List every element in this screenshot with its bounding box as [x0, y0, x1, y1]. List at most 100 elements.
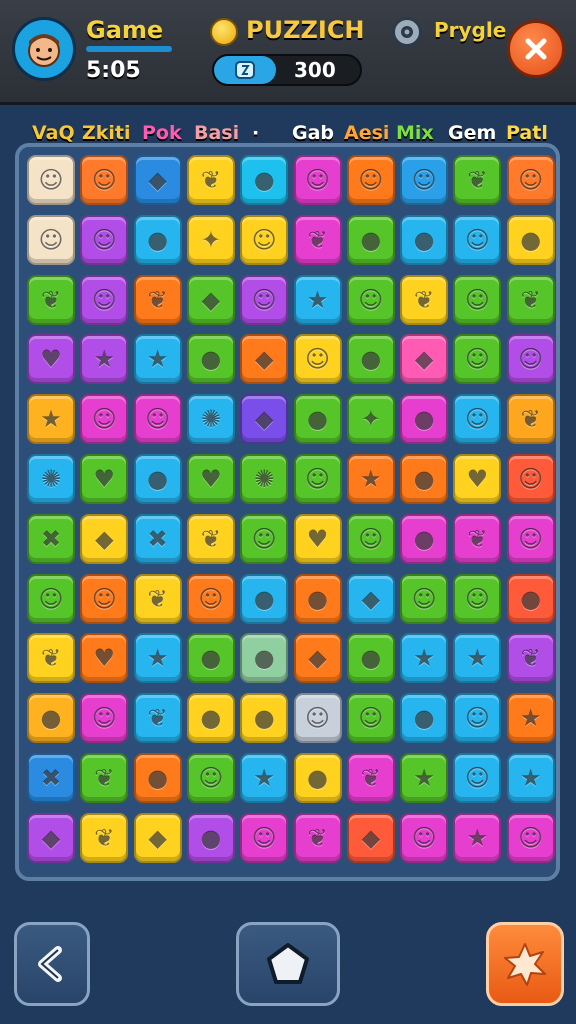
- board-tile[interactable]: ☺: [240, 812, 289, 863]
- category-tab[interactable]: Basi: [194, 122, 239, 144]
- board-tile[interactable]: ☺: [400, 573, 449, 624]
- board-tile[interactable]: ★: [400, 633, 449, 684]
- board-tile[interactable]: ●: [240, 633, 289, 684]
- board-tile[interactable]: ●: [400, 454, 449, 504]
- board-tile[interactable]: ●: [506, 214, 555, 265]
- board-tile[interactable]: ❦: [27, 274, 75, 325]
- board-tile[interactable]: ☺: [453, 214, 502, 265]
- board-tile[interactable]: ☺: [133, 394, 182, 445]
- board-tile[interactable]: ●: [506, 573, 555, 624]
- board-tile[interactable]: ✺: [186, 394, 235, 445]
- board-tile[interactable]: ❦: [293, 812, 342, 863]
- board-tile[interactable]: ★: [133, 633, 182, 684]
- board-tile[interactable]: ❦: [453, 513, 502, 564]
- board-tile[interactable]: ◆: [186, 274, 235, 325]
- board-tile[interactable]: ☺: [506, 334, 555, 385]
- board-tile[interactable]: ●: [400, 513, 449, 564]
- board-tile[interactable]: ☺: [400, 155, 449, 205]
- category-tab[interactable]: ·: [252, 122, 259, 144]
- board-tile[interactable]: ❦: [453, 155, 502, 205]
- board-tile[interactable]: ♥: [293, 513, 342, 564]
- board-tile[interactable]: ☺: [293, 155, 342, 205]
- board-tile[interactable]: ★: [293, 274, 342, 325]
- board-tile[interactable]: ●: [293, 753, 342, 803]
- board-tile[interactable]: ◆: [27, 812, 75, 863]
- board-tile[interactable]: ☺: [293, 693, 342, 744]
- category-tab[interactable]: Aesi: [344, 122, 389, 144]
- board-tile[interactable]: ●: [186, 334, 235, 385]
- board-tile[interactable]: ❦: [506, 394, 555, 445]
- board-tile[interactable]: ☺: [453, 334, 502, 385]
- board-tile[interactable]: ◆: [293, 633, 342, 684]
- board-tile[interactable]: ●: [186, 693, 235, 744]
- board-tile[interactable]: ☺: [80, 155, 129, 205]
- settings-gear-icon[interactable]: [392, 17, 422, 47]
- board-tile[interactable]: ★: [80, 334, 129, 385]
- board-tile[interactable]: ★: [240, 753, 289, 803]
- board-tile[interactable]: ●: [346, 334, 395, 385]
- board-tile[interactable]: ♥: [80, 454, 129, 504]
- close-button[interactable]: [507, 20, 565, 78]
- board-tile[interactable]: ☺: [453, 394, 502, 445]
- board-tile[interactable]: ❦: [133, 693, 182, 744]
- board-tile[interactable]: ❦: [186, 155, 235, 205]
- board-tile[interactable]: ◆: [80, 513, 129, 564]
- back-button[interactable]: [14, 922, 90, 1006]
- board-tile[interactable]: ●: [186, 633, 235, 684]
- board-tile[interactable]: ☺: [346, 513, 395, 564]
- home-button[interactable]: [236, 922, 340, 1006]
- board-tile[interactable]: ✺: [240, 454, 289, 504]
- board-tile[interactable]: ●: [240, 155, 289, 205]
- board-tile[interactable]: ❦: [80, 753, 129, 803]
- board-tile[interactable]: ☺: [240, 513, 289, 564]
- board-tile[interactable]: ❦: [133, 573, 182, 624]
- board-tile[interactable]: ●: [346, 214, 395, 265]
- board-tile[interactable]: ❦: [506, 633, 555, 684]
- board-tile[interactable]: ★: [133, 334, 182, 385]
- board-tile[interactable]: ☺: [80, 274, 129, 325]
- board-tile[interactable]: ☺: [506, 454, 555, 504]
- category-tab[interactable]: Pok: [142, 122, 182, 144]
- board-tile[interactable]: ●: [240, 693, 289, 744]
- board-tile[interactable]: ✖: [133, 513, 182, 564]
- board-tile[interactable]: ◆: [240, 334, 289, 385]
- category-tab[interactable]: Gab: [292, 122, 334, 144]
- board-tile[interactable]: ✦: [346, 394, 395, 445]
- board-tile[interactable]: ☺: [240, 214, 289, 265]
- board-tile[interactable]: ★: [453, 633, 502, 684]
- board-tile[interactable]: ☺: [80, 693, 129, 744]
- board-tile[interactable]: ✖: [27, 513, 75, 564]
- board-tile[interactable]: ☺: [240, 274, 289, 325]
- board-tile[interactable]: ◆: [133, 812, 182, 863]
- board-tile[interactable]: ✖: [27, 753, 75, 803]
- board-tile[interactable]: ◆: [240, 394, 289, 445]
- board-tile[interactable]: ☺: [186, 573, 235, 624]
- board-tile[interactable]: ●: [400, 693, 449, 744]
- powerup-button[interactable]: [486, 922, 564, 1006]
- board-tile[interactable]: ◆: [346, 573, 395, 624]
- board-tile[interactable]: ☺: [80, 394, 129, 445]
- board-tile[interactable]: ●: [133, 454, 182, 504]
- board-tile[interactable]: ☺: [186, 753, 235, 803]
- board-tile[interactable]: ●: [293, 573, 342, 624]
- category-tab[interactable]: VaQ: [32, 122, 75, 144]
- board-tile[interactable]: ❦: [293, 214, 342, 265]
- board-tile[interactable]: ♥: [80, 633, 129, 684]
- player-avatar[interactable]: [12, 17, 76, 81]
- board-tile[interactable]: ❦: [400, 274, 449, 325]
- board-tile[interactable]: ☺: [27, 155, 75, 205]
- board-tile[interactable]: ☺: [293, 334, 342, 385]
- board-tile[interactable]: ●: [400, 214, 449, 265]
- board-tile[interactable]: ☺: [80, 214, 129, 265]
- category-tab[interactable]: Gem: [448, 122, 496, 144]
- board-tile[interactable]: ☺: [453, 274, 502, 325]
- board-tile[interactable]: ☺: [506, 513, 555, 564]
- board-tile[interactable]: ●: [133, 753, 182, 803]
- board-tile[interactable]: ●: [133, 214, 182, 265]
- board-tile[interactable]: ❦: [80, 812, 129, 863]
- board-tile[interactable]: ●: [400, 394, 449, 445]
- board-tile[interactable]: ◆: [133, 155, 182, 205]
- board-tile[interactable]: ★: [506, 693, 555, 744]
- board-tile[interactable]: ☺: [453, 753, 502, 803]
- board-tile[interactable]: ★: [27, 394, 75, 445]
